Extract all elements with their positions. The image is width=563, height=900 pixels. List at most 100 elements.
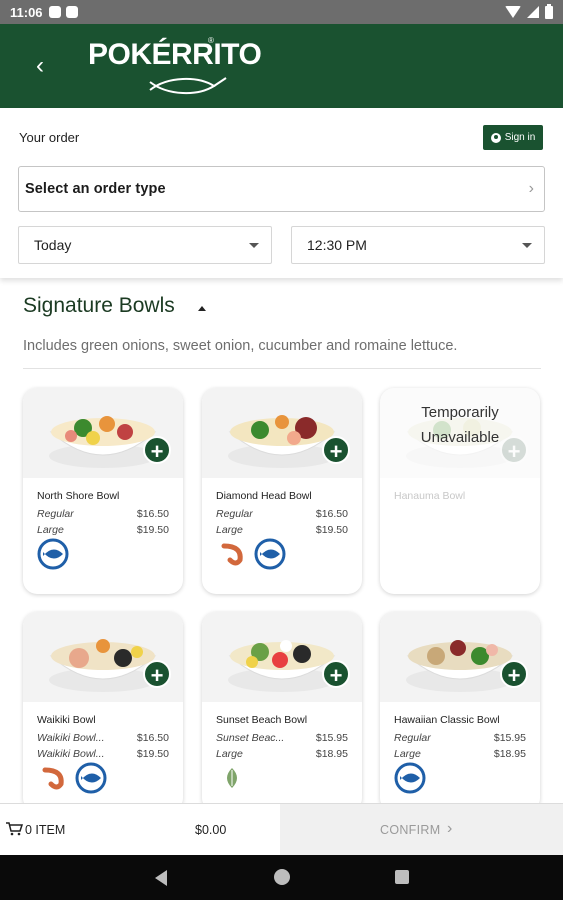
product-photo [202, 612, 362, 702]
cart-summary[interactable]: 0 ITEM $0.00 [0, 804, 280, 856]
nav-recents-icon[interactable] [395, 870, 409, 884]
add-to-cart-button[interactable]: + [322, 660, 350, 688]
sign-in-label: Sign in [504, 132, 536, 143]
order-type-selector[interactable]: Select an order type › [18, 166, 545, 212]
product-name: Hanauma Bowl [394, 490, 466, 502]
fish-icon [394, 762, 426, 794]
sign-in-button[interactable]: Sign in [483, 125, 543, 150]
order-type-label: Select an order type [25, 181, 166, 197]
cart-bar: 0 ITEM $0.00 CONFIRM › [0, 803, 563, 856]
back-button[interactable]: ‹ [26, 52, 54, 80]
price-row: Waikiki Bowl... $19.50 [37, 748, 169, 760]
wifi-icon [505, 6, 521, 18]
size-label: Sunset Beac... [216, 732, 285, 744]
bowl-image [228, 640, 336, 692]
battery-icon [545, 3, 553, 19]
price-value: $18.95 [315, 748, 348, 760]
shrimp-icon [221, 543, 243, 566]
app-header: ‹ POKÉRRITO ® [0, 24, 563, 108]
nav-home-icon[interactable] [274, 869, 290, 885]
shrimp-icon [42, 767, 64, 790]
fish-logo-icon [149, 77, 227, 95]
add-to-cart-button[interactable]: + [143, 436, 171, 464]
size-label: Large [216, 524, 243, 536]
add-to-cart-button[interactable]: + [143, 660, 171, 688]
product-photo [23, 612, 183, 702]
brand-logo: POKÉRRITO ® [88, 34, 262, 100]
price-value: $16.50 [136, 508, 169, 520]
bowl-image [228, 415, 336, 468]
price-row: Large $19.50 [37, 524, 169, 536]
product-name: Sunset Beach Bowl [216, 714, 308, 726]
confirm-button[interactable]: CONFIRM [380, 823, 440, 837]
day-value: Today [34, 237, 72, 253]
cart-item-count: 0 ITEM [25, 823, 66, 837]
time-value: 12:30 PM [307, 237, 367, 253]
price-value: $16.50 [315, 508, 348, 520]
price-row: Large $18.95 [216, 748, 348, 760]
status-bar: 11:06 [0, 0, 563, 24]
product-card[interactable]: + Hawaiian Classic Bowl Regular $15.95 L… [380, 612, 540, 812]
clock: 11:06 [10, 4, 43, 20]
product-card[interactable]: + Waikiki Bowl Waikiki Bowl... $16.50 Wa… [23, 612, 183, 812]
price-value: $19.50 [315, 524, 348, 536]
add-to-cart-button-disabled: + [500, 436, 528, 464]
fish-icon [75, 762, 107, 794]
bowl-image [406, 640, 514, 692]
day-select[interactable]: Today [18, 226, 272, 264]
signal-icon [527, 6, 539, 18]
price-row: Regular $15.95 [394, 732, 526, 744]
product-photo [380, 612, 540, 702]
price-value: $15.95 [315, 732, 348, 744]
product-card[interactable]: + North Shore Bowl Regular $16.50 Large … [23, 388, 183, 594]
nav-back-icon[interactable] [155, 870, 167, 886]
dropdown-arrow-icon [249, 242, 259, 248]
chevron-right-icon: › [447, 820, 453, 837]
size-label: Regular [394, 732, 431, 744]
your-order-label: Your order [19, 130, 80, 145]
user-icon [490, 132, 501, 143]
plus-icon: + [329, 663, 343, 688]
size-label: Regular [37, 508, 74, 520]
price-row: Large $18.95 [394, 748, 526, 760]
fish-icon [254, 538, 286, 570]
system-nav-bar [0, 855, 563, 900]
logo-text: POKÉRRITO [88, 38, 262, 71]
collapse-section-icon[interactable] [198, 306, 206, 311]
product-photo [23, 388, 183, 478]
section-description: Includes green onions, sweet onion, cucu… [23, 338, 458, 354]
bowl-image [49, 416, 157, 468]
fish-icon [37, 538, 69, 570]
product-card[interactable]: + Diamond Head Bowl Regular $16.50 Large… [202, 388, 362, 594]
cart-total: $0.00 [195, 823, 227, 837]
add-to-cart-button[interactable]: + [500, 660, 528, 688]
size-label: Large [216, 748, 243, 760]
size-label: Large [37, 524, 64, 536]
price-value: $19.50 [136, 748, 169, 760]
time-select[interactable]: 12:30 PM [291, 226, 545, 264]
divider [23, 368, 541, 369]
size-label: Large [394, 748, 421, 760]
product-name: Waikiki Bowl [37, 714, 96, 726]
price-value: $15.95 [493, 732, 526, 744]
plus-icon: + [507, 663, 521, 688]
product-name: North Shore Bowl [37, 490, 120, 502]
plus-icon: + [329, 439, 343, 464]
product-photo [202, 388, 362, 478]
plus-icon: + [507, 439, 521, 464]
price-value: $19.50 [136, 524, 169, 536]
chevron-right-icon: › [528, 180, 534, 197]
notification-icon [48, 6, 61, 18]
price-row: Large $19.50 [216, 524, 348, 536]
product-name: Diamond Head Bowl [216, 490, 312, 502]
product-card[interactable]: + Sunset Beach Bowl Sunset Beac... $15.9… [202, 612, 362, 812]
product-name: Hawaiian Classic Bowl [394, 714, 500, 726]
cart-icon [6, 822, 23, 836]
size-label: Waikiki Bowl... [37, 732, 105, 744]
section-title: Signature Bowls [23, 294, 175, 317]
plus-icon: + [150, 439, 164, 464]
product-card-unavailable: Temporarily Unavailable + Hanauma Bowl [380, 388, 540, 594]
add-to-cart-button[interactable]: + [322, 436, 350, 464]
price-row: Regular $16.50 [37, 508, 169, 520]
price-row: Waikiki Bowl... $16.50 [37, 732, 169, 744]
